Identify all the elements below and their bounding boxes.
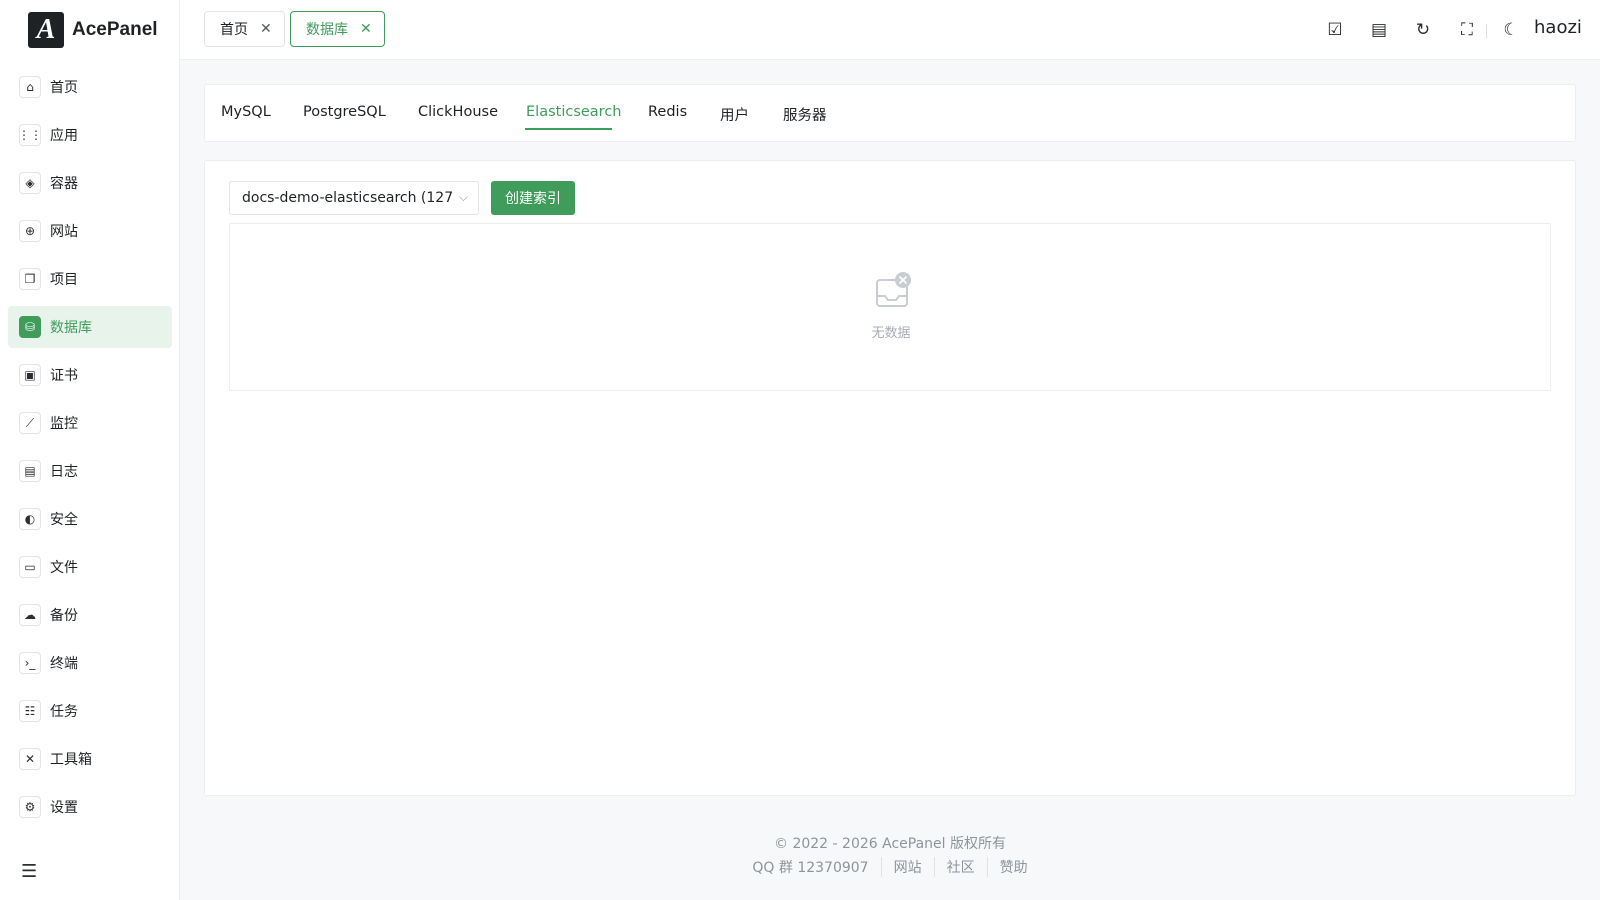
- sidebar-item-backup[interactable]: ☁ 备份: [8, 594, 172, 636]
- sidebar-item-tasks[interactable]: ☷ 任务: [8, 690, 172, 732]
- sidebar-item-projects[interactable]: ❐ 项目: [8, 258, 172, 300]
- sidebar-item-label: 数据库: [50, 320, 92, 336]
- acepanel-logo-icon: A: [28, 12, 64, 48]
- sidebar-item-label: 工具箱: [50, 752, 92, 768]
- sidebar-item-label: 证书: [50, 368, 78, 384]
- tab-label: 数据库: [306, 22, 348, 38]
- elasticsearch-panel: docs-demo-elasticsearch (127.... ⌵ 创建索引 …: [204, 160, 1576, 796]
- sidebar-item-label: 日志: [50, 464, 78, 480]
- sidebar-item-settings[interactable]: ⚙ 设置: [8, 786, 172, 828]
- tab-redis[interactable]: Redis: [648, 104, 687, 120]
- footer-copyright: © 2022 - 2026 AcePanel 版权所有: [774, 836, 1006, 852]
- sidebar-item-monitor[interactable]: ⟋ 监控: [8, 402, 172, 444]
- user-menu[interactable]: haozi: [1534, 17, 1582, 38]
- document-icon[interactable]: ▤: [1368, 19, 1390, 41]
- tasks-check-icon[interactable]: ☑: [1324, 19, 1346, 41]
- task-icon: ☷: [19, 700, 41, 722]
- settings-icon: ⚙: [19, 796, 41, 818]
- create-index-button[interactable]: 创建索引: [491, 181, 575, 215]
- close-icon[interactable]: ✕: [260, 21, 272, 37]
- terminal-icon: ›_: [19, 652, 41, 674]
- sidebar-item-label: 文件: [50, 560, 78, 576]
- empty-text: 无数据: [871, 326, 911, 341]
- log-file-icon: ▤: [19, 460, 41, 482]
- sidebar-menu: ⌂ 首页 ⋮⋮ 应用 ◈ 容器 ⊕ 网站 ❐ 项目 ⛁ 数据库 ▣ 证书 ⟋ 监: [8, 66, 172, 834]
- sidebar-item-label: 备份: [50, 608, 78, 624]
- sidebar-item-certificates[interactable]: ▣ 证书: [8, 354, 172, 396]
- sidebar-item-label: 终端: [50, 656, 78, 672]
- tab-servers[interactable]: 服务器: [783, 104, 827, 125]
- tab-users[interactable]: 用户: [720, 104, 749, 125]
- sidebar-item-label: 任务: [50, 704, 78, 720]
- database-type-tabs: MySQL PostgreSQL ClickHouse Elasticsearc…: [204, 84, 1576, 142]
- tab-label: 首页: [220, 22, 248, 38]
- active-tab-indicator: [525, 128, 612, 130]
- fullscreen-icon[interactable]: ⛶: [1456, 19, 1478, 41]
- sidebar-item-label: 应用: [50, 128, 78, 144]
- footer-link-website[interactable]: 网站: [880, 857, 934, 877]
- empty-inbox-icon: [876, 272, 911, 307]
- sidebar-item-apps[interactable]: ⋮⋮ 应用: [8, 114, 172, 156]
- sidebar-item-home[interactable]: ⌂ 首页: [8, 66, 172, 108]
- globe-icon: ⊕: [19, 220, 41, 242]
- close-icon[interactable]: ✕: [360, 21, 372, 37]
- sidebar-item-label: 网站: [50, 224, 78, 240]
- sidebar-item-label: 项目: [50, 272, 78, 288]
- sidebar-item-label: 首页: [50, 80, 78, 96]
- home-icon: ⌂: [19, 76, 41, 98]
- footer-links: QQ 群 12370907 网站 社区 赞助: [180, 857, 1600, 877]
- shield-icon: ◐: [19, 508, 41, 530]
- folder-icon: ▭: [19, 556, 41, 578]
- certificate-icon: ▣: [19, 364, 41, 386]
- chevron-down-icon: ⌵: [458, 190, 468, 204]
- tab-home[interactable]: 首页 ✕: [204, 11, 285, 47]
- refresh-icon[interactable]: ↻: [1412, 19, 1434, 41]
- sidebar-item-label: 监控: [50, 416, 78, 432]
- sidebar-item-label: 安全: [50, 512, 78, 528]
- header-divider: [1486, 24, 1487, 38]
- sidebar-item-terminal[interactable]: ›_ 终端: [8, 642, 172, 684]
- footer-link-sponsor[interactable]: 赞助: [986, 857, 1040, 877]
- sidebar-item-logs[interactable]: ▤ 日志: [8, 450, 172, 492]
- footer-link-community[interactable]: 社区: [933, 857, 987, 877]
- sidebar-item-security[interactable]: ◐ 安全: [8, 498, 172, 540]
- tab-mysql[interactable]: MySQL: [221, 104, 271, 120]
- tab-postgresql[interactable]: PostgreSQL: [303, 104, 386, 120]
- server-select-value: docs-demo-elasticsearch (127....: [242, 190, 454, 206]
- database-icon: ⛁: [19, 316, 41, 338]
- project-icon: ❐: [19, 268, 41, 290]
- index-table-empty: 无数据: [229, 223, 1551, 391]
- sidebar-item-websites[interactable]: ⊕ 网站: [8, 210, 172, 252]
- sidebar-item-containers[interactable]: ◈ 容器: [8, 162, 172, 204]
- collapse-sidebar-icon[interactable]: ☰: [21, 862, 41, 882]
- toolbox-icon: ✕: [19, 748, 41, 770]
- sidebar-item-database[interactable]: ⛁ 数据库: [8, 306, 172, 348]
- dark-mode-icon[interactable]: ☾: [1500, 19, 1522, 41]
- tab-elasticsearch[interactable]: Elasticsearch: [526, 104, 621, 120]
- sidebar-item-label: 设置: [50, 800, 78, 816]
- top-header: 首页 ✕ 数据库 ✕ ☑ ▤ ↻ ⛶ ☾ haozi: [180, 0, 1600, 60]
- apps-icon: ⋮⋮: [18, 124, 42, 146]
- sidebar-item-toolbox[interactable]: ✕ 工具箱: [8, 738, 172, 780]
- brand[interactable]: A AcePanel: [28, 12, 158, 48]
- tab-clickhouse[interactable]: ClickHouse: [418, 104, 498, 120]
- cloud-backup-icon: ☁: [19, 604, 41, 626]
- tab-database[interactable]: 数据库 ✕: [290, 11, 385, 47]
- sidebar: A AcePanel ⌂ 首页 ⋮⋮ 应用 ◈ 容器 ⊕ 网站 ❐ 项目 ⛁ 数…: [0, 0, 180, 900]
- monitor-chart-icon: ⟋: [19, 412, 41, 434]
- sidebar-item-label: 容器: [50, 176, 78, 192]
- container-icon: ◈: [19, 172, 41, 194]
- brand-name: AcePanel: [72, 19, 158, 40]
- footer-qq-group: QQ 群 12370907: [752, 860, 869, 876]
- sidebar-item-files[interactable]: ▭ 文件: [8, 546, 172, 588]
- server-select[interactable]: docs-demo-elasticsearch (127.... ⌵: [229, 181, 479, 215]
